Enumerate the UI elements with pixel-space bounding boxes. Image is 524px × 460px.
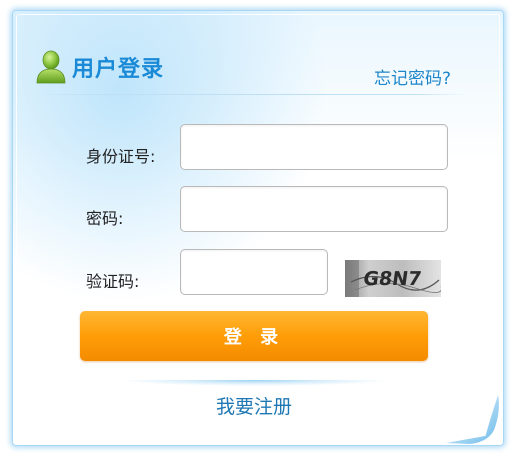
id-number-input[interactable] xyxy=(180,124,448,170)
page-title: 用户登录 xyxy=(72,57,165,82)
user-icon xyxy=(36,50,66,84)
footer-divider xyxy=(120,380,390,386)
captcha-input[interactable] xyxy=(180,249,328,295)
login-button[interactable]: 登 录 xyxy=(80,311,428,361)
password-label: 密码: xyxy=(86,209,124,228)
captcha-label: 验证码: xyxy=(86,272,140,291)
register-link[interactable]: 我要注册 xyxy=(0,392,508,419)
login-page: 用户登录 忘记密码? 身份证号: 密码: 验证码: G8N7 登 录 我要注册 xyxy=(0,0,524,460)
captcha-image[interactable]: G8N7 xyxy=(345,260,441,297)
id-number-label: 身份证号: xyxy=(86,147,156,166)
login-header: 用户登录 xyxy=(36,48,164,86)
captcha-text: G8N7 xyxy=(362,267,423,290)
header-divider xyxy=(36,94,466,95)
forgot-password-link[interactable]: 忘记密码? xyxy=(374,64,451,89)
password-input[interactable] xyxy=(180,186,448,232)
